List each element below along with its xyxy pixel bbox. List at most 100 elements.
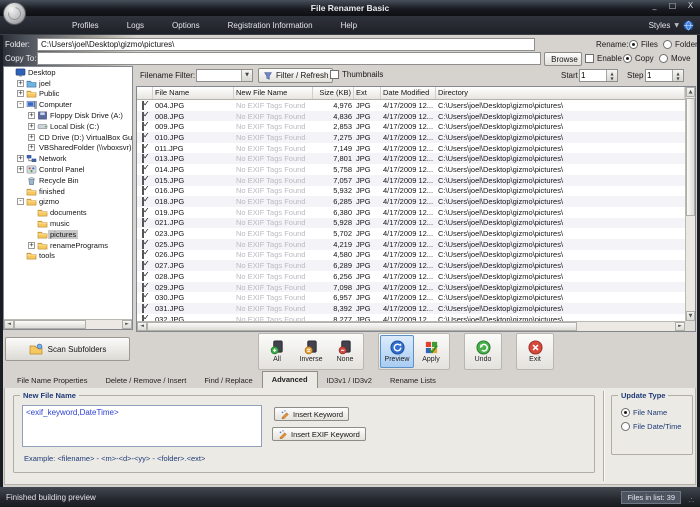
file-row-010-jpg[interactable]: 010.JPGNo EXIF Tags Found7,275JPG4/17/20… [137, 132, 685, 143]
header-checkbox-column[interactable] [137, 87, 153, 99]
row-checkbox-checked[interactable] [142, 283, 144, 292]
filter-refresh-button[interactable]: Filter / Refresh [258, 68, 333, 83]
table-horizontal-scrollbar[interactable]: ◄ ► [137, 321, 685, 331]
menu-options[interactable]: Options [158, 21, 214, 30]
tree-item-gizmo[interactable]: -gizmo [4, 197, 132, 208]
scrollbar-thumb[interactable] [147, 322, 577, 331]
file-row-031-jpg[interactable]: 031.JPGNo EXIF Tags Found8,392JPG4/17/20… [137, 303, 685, 314]
tree-horizontal-scrollbar[interactable]: ◄ ► [4, 319, 132, 329]
row-checkbox-checked[interactable] [142, 112, 144, 121]
row-checkbox-checked[interactable] [142, 261, 144, 270]
file-row-026-jpg[interactable]: 026.JPGNo EXIF Tags Found4,580JPG4/17/20… [137, 250, 685, 261]
file-row-025-jpg[interactable]: 025.JPGNo EXIF Tags Found4,219JPG4/17/20… [137, 239, 685, 250]
expand-icon[interactable]: + [17, 166, 24, 173]
tree-item-music[interactable]: music [4, 218, 132, 229]
file-row-023-jpg[interactable]: 023.JPGNo EXIF Tags Found5,702JPG4/17/20… [137, 228, 685, 239]
tree-item-floppy-disk-drive-a[interactable]: +Floppy Disk Drive (A:) [4, 110, 132, 121]
file-row-004-jpg[interactable]: 004.JPGNo EXIF Tags Found4,976JPG4/17/20… [137, 100, 685, 111]
enable-checkbox[interactable]: Enable [585, 54, 622, 63]
file-row-016-jpg[interactable]: 016.JPGNo EXIF Tags Found5,932JPG4/17/20… [137, 186, 685, 197]
file-row-029-jpg[interactable]: 029.JPGNo EXIF Tags Found7,098JPG4/17/20… [137, 282, 685, 293]
copy-to-input[interactable] [37, 52, 541, 65]
file-row-008-jpg[interactable]: 008.JPGNo EXIF Tags Found4,836JPG4/17/20… [137, 111, 685, 122]
tree-item-documents[interactable]: documents [4, 207, 132, 218]
insert-exif-keyword-button[interactable]: Insert EXIF Keyword [272, 427, 366, 441]
expand-icon[interactable]: + [28, 134, 35, 141]
undo-button[interactable]: Undo [466, 335, 500, 368]
rename-folders-radio[interactable]: Folders [663, 40, 700, 49]
copy-radio[interactable]: Copy [623, 54, 654, 63]
tree-item-cd-drive-d-virtualbox-guest[interactable]: +CD Drive (D:) VirtualBox Guest [4, 132, 132, 143]
browse-button[interactable]: Browse [544, 52, 582, 66]
rename-files-radio[interactable]: Files [629, 40, 658, 49]
row-checkbox-checked[interactable] [142, 197, 144, 206]
file-row-032-jpg[interactable]: 032.JPGNo EXIF Tags Found8,277JPG4/17/20… [137, 314, 685, 321]
row-checkbox-checked[interactable] [142, 304, 144, 313]
collapse-icon[interactable]: - [17, 101, 24, 108]
file-row-014-jpg[interactable]: 014.JPGNo EXIF Tags Found5,758JPG4/17/20… [137, 164, 685, 175]
row-checkbox-checked[interactable] [142, 122, 144, 131]
start-input[interactable] [581, 70, 605, 81]
tree-item-recycle-bin[interactable]: Recycle Bin [4, 175, 132, 186]
scrollbar-thumb[interactable] [686, 98, 695, 216]
apply-button[interactable]: Apply [414, 335, 448, 368]
tab-id3v1-id3v2[interactable]: ID3v1 / ID3v2 [318, 373, 381, 388]
all-button[interactable]: All [260, 335, 294, 368]
row-checkbox-checked[interactable] [142, 144, 144, 153]
column-header-size-kb[interactable]: Size (KB) [313, 87, 354, 99]
row-checkbox-checked[interactable] [142, 186, 144, 195]
file-row-027-jpg[interactable]: 027.JPGNo EXIF Tags Found6,289JPG4/17/20… [137, 260, 685, 271]
minimize-button[interactable]: _ [650, 1, 659, 10]
row-checkbox-checked[interactable] [142, 240, 144, 249]
spinner-icons[interactable]: ▲▼ [672, 70, 683, 81]
tree-item-public[interactable]: +Public [4, 89, 132, 100]
row-checkbox-checked[interactable] [142, 208, 144, 217]
table-vertical-scrollbar[interactable]: ▲ ▼ [685, 87, 695, 321]
file-row-018-jpg[interactable]: 018.JPGNo EXIF Tags Found6,285JPG4/17/20… [137, 196, 685, 207]
file-row-015-jpg[interactable]: 015.JPGNo EXIF Tags Found7,057JPG4/17/20… [137, 175, 685, 186]
expand-icon[interactable]: + [28, 123, 35, 130]
menu-profiles[interactable]: Profiles [58, 21, 113, 30]
inverse-button[interactable]: Inverse [294, 335, 328, 368]
column-header-directory[interactable]: Directory [436, 87, 685, 99]
tree-item-desktop[interactable]: Desktop [4, 67, 132, 78]
scroll-left-icon[interactable]: ◄ [4, 320, 14, 329]
scroll-right-icon[interactable]: ► [675, 322, 685, 331]
row-checkbox-checked[interactable] [142, 154, 144, 163]
column-header-ext[interactable]: Ext [354, 87, 381, 99]
thumbnails-checkbox[interactable]: Thumbnails [330, 70, 383, 79]
tree-item-joel[interactable]: +joel [4, 78, 132, 89]
tab-file-name-properties[interactable]: File Name Properties [8, 373, 96, 388]
file-row-021-jpg[interactable]: 021.JPGNo EXIF Tags Found5,928JPG4/17/20… [137, 218, 685, 229]
row-checkbox-checked[interactable] [142, 250, 144, 259]
expand-icon[interactable]: + [28, 144, 35, 151]
folder-input[interactable] [37, 38, 535, 51]
menu-logs[interactable]: Logs [113, 21, 158, 30]
column-header-file-name[interactable]: File Name [153, 87, 234, 99]
tree-item-pictures[interactable]: pictures [4, 229, 132, 240]
row-checkbox-checked[interactable] [142, 229, 144, 238]
expand-icon[interactable]: + [28, 242, 35, 249]
preview-button[interactable]: Preview [380, 335, 414, 368]
tree-item-finished[interactable]: finished [4, 186, 132, 197]
tab-delete-remove-insert[interactable]: Delete / Remove / Insert [96, 373, 195, 388]
step-input[interactable] [647, 70, 671, 81]
tree-item-renameprograms[interactable]: +renamePrograms [4, 240, 132, 251]
tab-find-replace[interactable]: Find / Replace [195, 373, 261, 388]
row-checkbox-checked[interactable] [142, 176, 144, 185]
maximize-button[interactable]: □ [668, 1, 677, 10]
menu-help[interactable]: Help [327, 21, 371, 30]
file-row-028-jpg[interactable]: 028.JPGNo EXIF Tags Found6,256JPG4/17/20… [137, 271, 685, 282]
move-radio[interactable]: Move [659, 54, 691, 63]
combo-dropdown-icon[interactable]: ▼ [241, 70, 252, 81]
tree-item-network[interactable]: +Network [4, 153, 132, 164]
start-stepper[interactable]: ▲▼ [579, 69, 618, 82]
close-button[interactable]: X [686, 1, 695, 10]
scroll-up-icon[interactable]: ▲ [686, 87, 695, 97]
file-row-011-jpg[interactable]: 011.JPGNo EXIF Tags Found7,149JPG4/17/20… [137, 143, 685, 154]
row-checkbox-checked[interactable] [142, 101, 144, 110]
scroll-right-icon[interactable]: ► [122, 320, 132, 329]
tab-advanced[interactable]: Advanced [262, 371, 318, 389]
file-row-019-jpg[interactable]: 019.JPGNo EXIF Tags Found6,380JPG4/17/20… [137, 207, 685, 218]
row-checkbox-checked[interactable] [142, 165, 144, 174]
